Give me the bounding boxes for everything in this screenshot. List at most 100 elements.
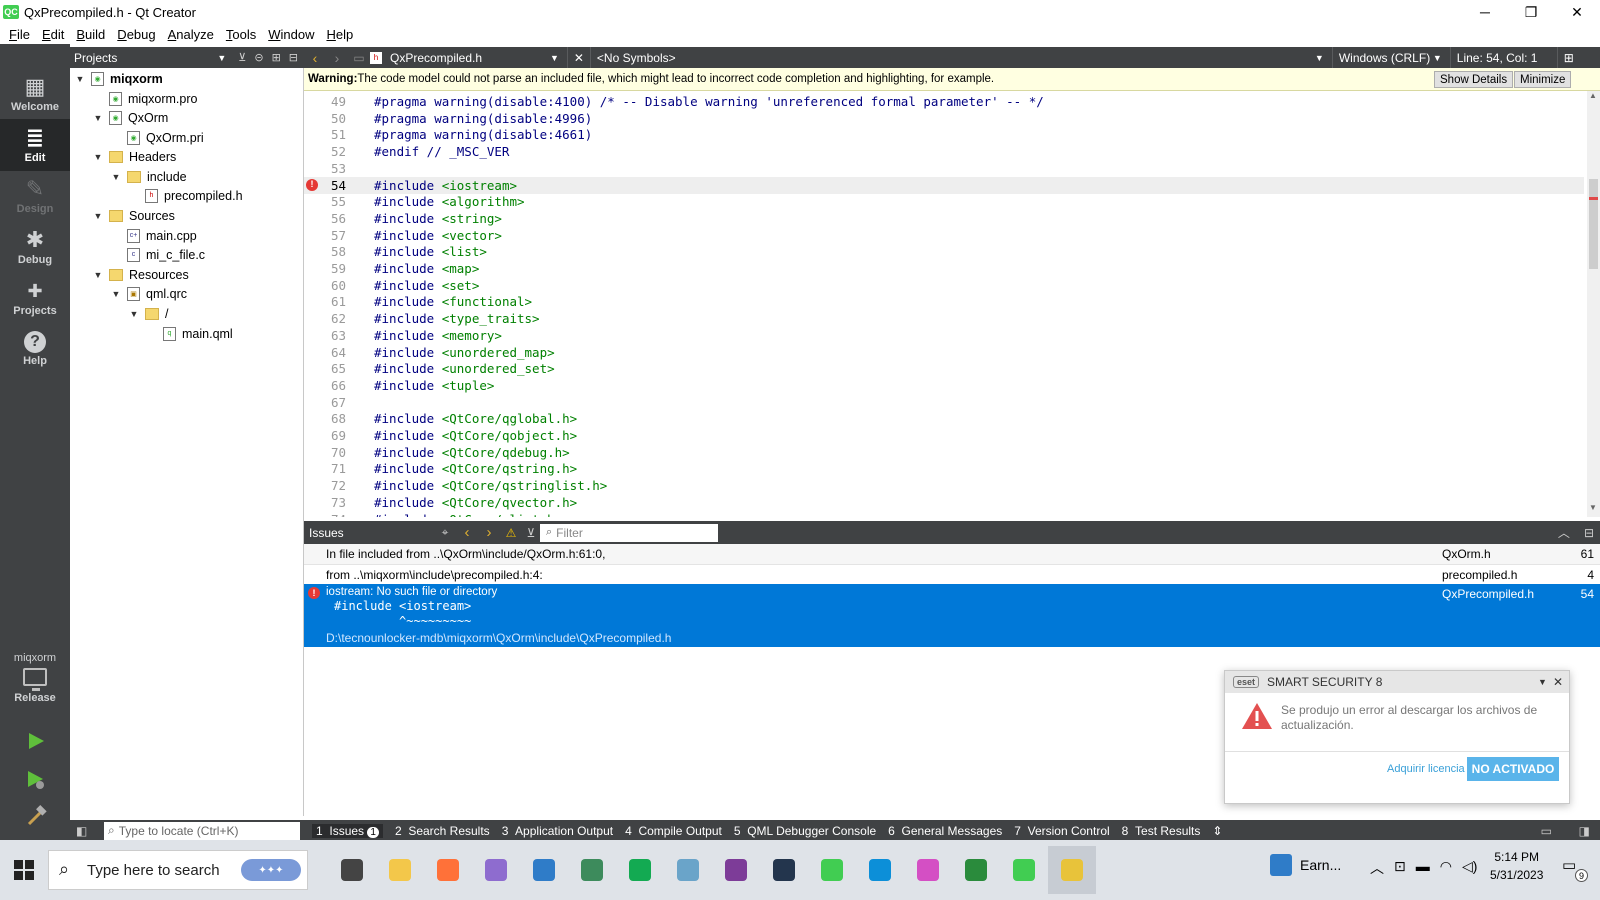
line-ending-dropdown-icon[interactable]: ▼ [1433, 53, 1442, 63]
code-line[interactable]: 54! #include <iostream> [304, 176, 1584, 194]
tree-node-sources[interactable]: ▼ Sources [92, 206, 175, 225]
split-editor-icon[interactable]: ⊞ [1558, 51, 1580, 65]
close-file-icon[interactable]: ✕ [568, 51, 590, 65]
minimize-button[interactable]: ─ [1462, 0, 1508, 24]
file-explorer-icon[interactable] [376, 846, 424, 894]
edge-icon[interactable] [856, 846, 904, 894]
app-diamond-icon[interactable] [472, 846, 520, 894]
locator-input[interactable]: ⌕ Type to locate (Ctrl+K) [104, 821, 300, 840]
mode-welcome[interactable]: ▦ Welcome [0, 68, 70, 120]
mode-design[interactable]: ✎ Design [0, 170, 70, 222]
powershell-icon[interactable] [760, 846, 808, 894]
menu-window[interactable]: Window [268, 27, 314, 42]
firefox-icon[interactable] [424, 846, 472, 894]
link-icon[interactable]: ⊝ [254, 51, 263, 64]
split-icon[interactable]: ⊞ [272, 51, 281, 64]
issues-filter-input[interactable]: ⌕ Filter [540, 523, 718, 542]
show-details-button[interactable]: Show Details [1434, 71, 1514, 88]
minimize-output-icon[interactable]: ▭ [1541, 824, 1552, 838]
warning-filter-icon[interactable]: ⚠ [500, 526, 522, 540]
debug-run-button[interactable] [24, 768, 48, 792]
forward-arrow-icon[interactable]: › [326, 50, 348, 66]
prev-issue-icon[interactable]: ‹ [456, 524, 478, 541]
tab-compile-output[interactable]: 4 Compile Output [625, 824, 722, 838]
code-line[interactable]: 73 #include <QtCore/qvector.h> [304, 494, 1584, 511]
paint-icon[interactable] [904, 846, 952, 894]
toggle-sidebar-icon[interactable]: ◧ [76, 824, 87, 838]
cursor-position[interactable]: Line: 54, Col: 1 [1457, 51, 1557, 65]
symbols-dropdown[interactable]: <No Symbols> [597, 51, 1315, 65]
notifications-icon[interactable]: ▭ 9 [1562, 856, 1588, 882]
expand-arrow-icon[interactable]: ▼ [110, 289, 122, 299]
code-line[interactable]: 61 #include <functional> [304, 293, 1584, 310]
code-line[interactable]: 65 #include <unordered_set> [304, 360, 1584, 377]
menu-build[interactable]: Build [76, 27, 105, 42]
tree-node-include[interactable]: ▼ include [110, 167, 187, 186]
build-button[interactable] [24, 804, 48, 828]
scroll-down-arrow-icon[interactable]: ▼ [1589, 503, 1597, 512]
gear-app-icon[interactable] [712, 846, 760, 894]
expand-arrow-icon[interactable]: ▼ [92, 152, 104, 162]
code-line[interactable]: 53 [304, 160, 1584, 177]
menu-debug[interactable]: Debug [117, 27, 155, 42]
tree-node-resources[interactable]: ▼ Resources [92, 265, 189, 284]
app-store-icon[interactable] [664, 846, 712, 894]
code-line[interactable]: 58 #include <list> [304, 243, 1584, 260]
tree-node-qxorm-pri[interactable]: ◉ QxOrm.pri [110, 128, 204, 147]
eset-dropdown-icon[interactable]: ▼ [1538, 677, 1547, 687]
code-line[interactable]: 50 #pragma warning(disable:4996) [304, 110, 1584, 127]
mongodb-icon[interactable] [616, 846, 664, 894]
issue-row-selected[interactable]: ! iostream: No such file or directory #i… [304, 584, 1600, 647]
tab-search-results[interactable]: 2 Search Results [395, 824, 490, 838]
tree-node-headers[interactable]: ▼ Headers [92, 147, 177, 166]
code-line[interactable]: 60 #include <set> [304, 277, 1584, 294]
current-file[interactable]: QxPrecompiled.h [390, 51, 550, 65]
issue-row[interactable]: from ..\miqxorm\include\precompiled.h:4:… [304, 564, 1600, 584]
not-activated-button[interactable]: NO ACTIVADO [1467, 757, 1559, 781]
code-line[interactable]: 72 #include <QtCore/qstringlist.h> [304, 477, 1584, 494]
code-line[interactable]: 52 #endif // _MSC_VER [304, 143, 1584, 160]
clock[interactable]: 5:14 PM 5/31/2023 [1490, 848, 1543, 884]
scroll-thumb[interactable] [1589, 179, 1598, 269]
code-line[interactable]: 74 #include <QtCore/qlist.h> [304, 511, 1584, 518]
tree-node-precompiled-h[interactable]: h precompiled.h [128, 186, 243, 205]
close-sidebar-icon[interactable]: ⊟ [289, 51, 298, 64]
app-yellow-icon[interactable] [1048, 846, 1096, 894]
code-line[interactable]: 67 [304, 394, 1584, 411]
filter-icon[interactable]: ⊻ [238, 51, 246, 64]
more-tabs-icon[interactable]: ⇕ [1212, 824, 1222, 838]
code-line[interactable]: 64 #include <unordered_map> [304, 344, 1584, 361]
code-line[interactable]: 68 #include <QtCore/qglobal.h> [304, 410, 1584, 427]
tab-issues[interactable]: 1 Issues 1 [312, 823, 383, 838]
taskbar-search[interactable]: ⌕ Type here to search ✦✦✦ [48, 850, 308, 890]
code-line[interactable]: 56 #include <string> [304, 210, 1584, 227]
kit-selector[interactable]: miqxorm Release [0, 652, 70, 722]
symbols-dropdown-icon[interactable]: ▼ [1315, 53, 1324, 63]
wifi-icon[interactable]: ◠ [1440, 858, 1452, 878]
clean-icon[interactable]: ⌖ [434, 525, 456, 540]
next-issue-icon[interactable]: › [478, 524, 500, 541]
tray-usb-icon[interactable]: ⊡ [1394, 858, 1406, 878]
toggle-right-sidebar-icon[interactable]: ◨ [1579, 824, 1590, 838]
expand-arrow-icon[interactable]: ▼ [92, 113, 104, 123]
editor-scrollbar[interactable]: ▲ ▼ [1587, 91, 1600, 517]
menu-help[interactable]: Help [326, 27, 353, 42]
expand-arrow-icon[interactable]: ▼ [128, 309, 140, 319]
expand-arrow-icon[interactable]: ▼ [92, 211, 104, 221]
tab-test-results[interactable]: 8 Test Results [1122, 824, 1201, 838]
code-line[interactable]: 57 #include <vector> [304, 227, 1584, 244]
code-line[interactable]: 63 #include <memory> [304, 327, 1584, 344]
battery-icon[interactable]: ▬ [1416, 858, 1430, 878]
code-line[interactable]: 55 #include <algorithm> [304, 193, 1584, 210]
android-studio-icon[interactable] [568, 846, 616, 894]
code-line[interactable]: 66 #include <tuple> [304, 377, 1584, 394]
code-line[interactable]: 51 #pragma warning(disable:4661) [304, 126, 1584, 143]
weather-widget[interactable]: Earn... [1270, 854, 1341, 876]
close-pane-icon[interactable]: ⊟ [1584, 526, 1594, 540]
tree-node-main-cpp[interactable]: c+ main.cpp [110, 226, 197, 245]
code-line[interactable]: 49 #pragma warning(disable:4100) /* -- Di… [304, 93, 1584, 110]
mode-help[interactable]: ? Help [0, 323, 70, 375]
qt-creator-running-icon[interactable] [1000, 846, 1048, 894]
minimize-warning-button[interactable]: Minimize [1514, 71, 1572, 88]
purchase-license-link[interactable]: Adquirir licencia [1387, 763, 1465, 775]
